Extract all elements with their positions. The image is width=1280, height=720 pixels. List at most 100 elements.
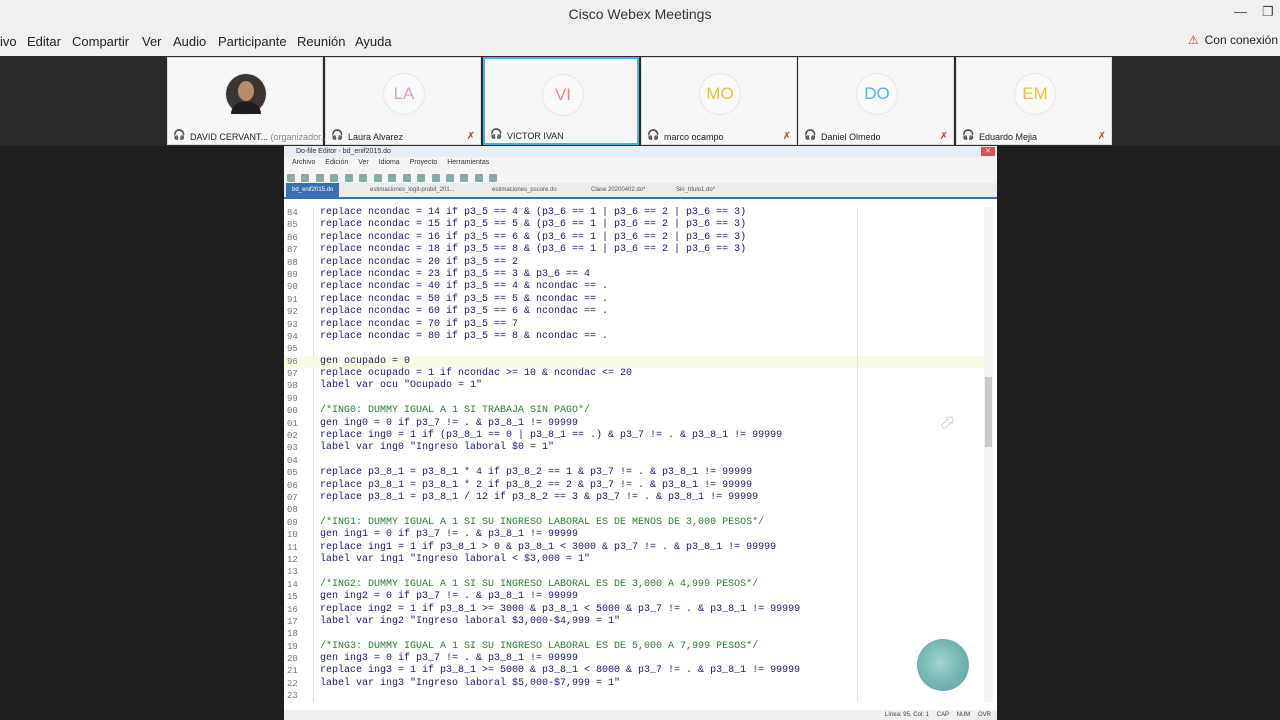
muted-mic-icon[interactable]: ✗ xyxy=(467,131,475,142)
code-line[interactable]: 12 label var ing1 "Ingreso laboral < $3,0… xyxy=(284,554,984,566)
code-line[interactable]: 98 label var ocu "Ocupado = 1" xyxy=(284,380,984,392)
tab-bd-enif2015[interactable]: bd_enif2015.do xyxy=(286,183,340,197)
code-line[interactable]: 04 xyxy=(284,455,984,467)
participant-tile[interactable]: LA 🎧 Laura Alvarez ✗ xyxy=(325,57,481,145)
line-number: 95 xyxy=(287,344,298,355)
code-line[interactable]: 96 gen ocupado = 0 xyxy=(284,355,984,369)
print-icon[interactable] xyxy=(330,174,339,182)
save-icon[interactable] xyxy=(315,174,324,182)
code-line[interactable]: 17 label var ing2 "Ingreso laboral $3,000… xyxy=(284,616,984,628)
editor-menu-herramientas[interactable]: Herramientas xyxy=(447,159,489,166)
paste-icon[interactable] xyxy=(388,174,397,182)
tab-estimaciones-logit-probit[interactable]: estimaciones_logit-probit_201... xyxy=(370,185,455,195)
undo-icon[interactable] xyxy=(402,174,411,182)
code-line[interactable]: 19 /*ING3: DUMMY IGUAL A 1 SI SU INGRESO … xyxy=(284,641,984,653)
code-line[interactable]: 22 label var ing3 "Ingreso laboral $5,000… xyxy=(284,678,984,690)
code-line[interactable]: 20 gen ing3 = 0 if p3_7 != . & p3_8_1 != … xyxy=(284,653,984,665)
code-line[interactable]: 99 xyxy=(284,393,984,405)
code-line[interactable]: 85 replace ncondac = 15 if p3_5 == 5 & (p… xyxy=(284,219,984,231)
code-line[interactable]: 01 gen ing0 = 0 if p3_7 != . & p3_8_1 != … xyxy=(284,418,984,430)
line-number: 96 xyxy=(287,356,298,367)
editor-menu-ver[interactable]: Ver xyxy=(358,159,369,166)
tab-estimaciones-pscore[interactable]: estimaciones_pscore.do xyxy=(492,185,557,195)
code-line[interactable]: 16 replace ing2 = 1 if p3_8_1 >= 3000 & p… xyxy=(284,604,984,616)
menu-audio[interactable]: Audio xyxy=(173,34,206,49)
menu-reunion[interactable]: Reunión xyxy=(297,34,345,49)
participant-tile[interactable]: 🎧 DAVID CERVANT... (organizador...) xyxy=(167,57,331,145)
scrollbar-thumb[interactable] xyxy=(985,377,992,447)
code-line[interactable]: 89 replace ncondac = 23 if p3_5 == 3 & p3… xyxy=(284,269,984,281)
avatar: EM xyxy=(1015,74,1055,114)
cut-icon[interactable] xyxy=(359,174,368,182)
open-folder-icon[interactable] xyxy=(301,174,310,182)
code-line[interactable]: 91 replace ncondac = 50 if p3_5 == 5 & nc… xyxy=(284,294,984,306)
editor-menu-idioma[interactable]: Idioma xyxy=(379,159,400,166)
menu-participante[interactable]: Participante xyxy=(218,34,287,49)
execute-icon[interactable] xyxy=(489,174,498,182)
close-icon[interactable]: ✕ xyxy=(981,147,995,156)
bookmark-next-icon[interactable] xyxy=(460,174,469,182)
tab-sin-titulo1[interactable]: Sin_título1.do* xyxy=(676,185,715,195)
menu-compartir[interactable]: Compartir xyxy=(72,34,129,49)
connection-status[interactable]: ⚠ Con conexión xyxy=(1188,33,1278,47)
code-line[interactable]: 15 gen ing2 = 0 if p3_7 != . & p3_8_1 != … xyxy=(284,591,984,603)
participant-tile[interactable]: EM 🎧 Eduardo Mejia ✗ xyxy=(956,57,1112,145)
code-line[interactable]: 88 replace ncondac = 20 if p3_5 == 2 xyxy=(284,257,984,269)
editor-tab-bar: bd_enif2015.do estimaciones_logit-probit… xyxy=(284,183,997,199)
minimize-icon[interactable]: — xyxy=(1234,4,1247,19)
editor-menu-edicion[interactable]: Edición xyxy=(325,159,348,166)
menu-ayuda[interactable]: Ayuda xyxy=(355,34,392,49)
code-statement: replace ncondac = 80 if p3_5 == 8 & ncon… xyxy=(320,330,609,342)
code-line[interactable]: 90 replace ncondac = 40 if p3_5 == 4 & nc… xyxy=(284,281,984,293)
code-line[interactable]: 97 replace ocupado = 1 if ncondac >= 10 &… xyxy=(284,368,984,380)
code-line[interactable]: 11 replace ing1 = 1 if p3_8_1 > 0 & p3_8_… xyxy=(284,542,984,554)
code-line[interactable]: 87 replace ncondac = 18 if p3_5 == 8 & (p… xyxy=(284,244,984,256)
participant-tile-active[interactable]: VI 🎧 VICTOR IVAN xyxy=(483,57,639,145)
muted-mic-icon[interactable]: ✗ xyxy=(783,131,791,142)
code-line[interactable]: 13 xyxy=(284,566,984,578)
muted-mic-icon[interactable]: ✗ xyxy=(1098,131,1106,142)
find-icon[interactable] xyxy=(344,174,353,182)
code-line[interactable]: 93 replace ncondac = 70 if p3_5 == 7 xyxy=(284,319,984,331)
bookmark-icon[interactable] xyxy=(431,174,440,182)
code-line[interactable]: 00 /*ING0: DUMMY IGUAL A 1 SI TRABAJA SIN… xyxy=(284,405,984,417)
code-editor[interactable]: 84 replace ncondac = 14 if p3_5 == 4 & (p… xyxy=(284,207,984,702)
code-line[interactable]: 03 label var ing0 "Ingreso laboral $0 = 1… xyxy=(284,442,984,454)
code-line[interactable]: 14 /*ING2: DUMMY IGUAL A 1 SI SU INGRESO … xyxy=(284,579,984,591)
participant-tile[interactable]: DO 🎧 Daniel Olmedo ✗ xyxy=(798,57,954,145)
vertical-scrollbar[interactable] xyxy=(984,207,993,702)
code-line[interactable]: 07 replace p3_8_1 = p3_8_1 / 12 if p3_8_2… xyxy=(284,492,984,504)
code-line[interactable]: 92 replace ncondac = 60 if p3_5 == 6 & nc… xyxy=(284,306,984,318)
code-line[interactable]: 10 gen ing1 = 0 if p3_7 != . & p3_8_1 != … xyxy=(284,529,984,541)
editor-menu-proyecto[interactable]: Proyecto xyxy=(410,159,438,166)
show-file-icon[interactable] xyxy=(474,174,483,182)
code-line[interactable]: 05 replace p3_8_1 = p3_8_1 * 4 if p3_8_2 … xyxy=(284,467,984,479)
copy-icon[interactable] xyxy=(373,174,382,182)
code-line[interactable]: 23 xyxy=(284,690,984,702)
code-line[interactable]: 21 replace ing3 = 1 if p3_8_1 >= 5000 & p… xyxy=(284,665,984,677)
code-line[interactable]: 09 /*ING1: DUMMY IGUAL A 1 SI SU INGRESO … xyxy=(284,517,984,529)
code-line[interactable]: 18 xyxy=(284,628,984,640)
restore-icon[interactable]: ❐ xyxy=(1262,4,1274,20)
new-file-icon[interactable] xyxy=(287,174,295,182)
participant-tile[interactable]: MO 🎧 marco ocampo ✗ xyxy=(641,57,797,145)
menu-editar[interactable]: Editar xyxy=(27,34,61,49)
redo-icon[interactable] xyxy=(417,174,426,182)
code-line[interactable]: 94 replace ncondac = 80 if p3_5 == 8 & nc… xyxy=(284,331,984,343)
code-line[interactable]: 86 replace ncondac = 16 if p3_5 == 6 & (p… xyxy=(284,232,984,244)
code-line[interactable]: 95 xyxy=(284,343,984,355)
menu-archivo[interactable]: ivo xyxy=(0,34,17,49)
muted-mic-icon[interactable]: ✗ xyxy=(940,131,948,142)
tab-clase-20200402[interactable]: Clase 20200402.do* xyxy=(591,185,645,195)
code-line[interactable]: 06 replace p3_8_1 = p3_8_1 * 2 if p3_8_2 … xyxy=(284,480,984,492)
menu-ver[interactable]: Ver xyxy=(142,34,162,49)
code-statement: label var ing2 "Ingreso laboral $3,000-$… xyxy=(320,615,621,627)
code-line[interactable]: 08 xyxy=(284,504,984,516)
line-number: 07 xyxy=(287,492,298,503)
bookmark-prev-icon[interactable] xyxy=(445,174,454,182)
code-line[interactable]: 02 replace ing0 = 1 if (p3_8_1 == 0 | p3_… xyxy=(284,430,984,442)
line-number: 11 xyxy=(287,542,298,553)
code-line[interactable]: 84 replace ncondac = 14 if p3_5 == 4 & (p… xyxy=(284,207,984,219)
webex-activity-bubble-icon[interactable] xyxy=(917,639,969,691)
editor-menu-archivo[interactable]: Archivo xyxy=(292,159,315,166)
